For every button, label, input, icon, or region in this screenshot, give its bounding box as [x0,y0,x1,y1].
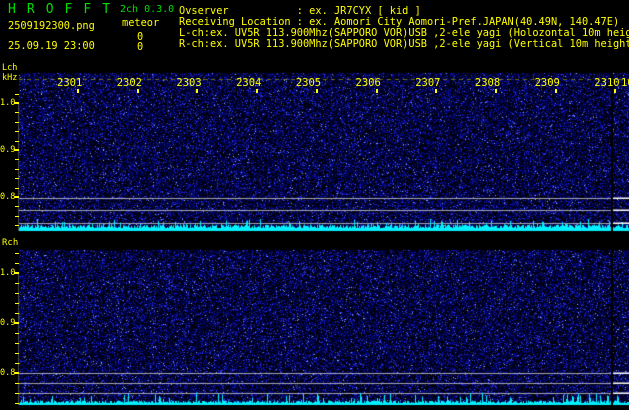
time-tick [136,89,139,93]
freq-major-tick [14,149,19,151]
time-tick [435,89,438,93]
time-label-overflow: 10 [621,77,629,89]
khz-unit-label: kHz [2,73,18,83]
freq-minor-tick [15,159,19,161]
time-tick [315,89,318,93]
observer-line: Ovserver : ex. JR7CYX [ kid ] [179,5,421,17]
time-tick [256,89,259,93]
time-label: 2307 [415,77,441,89]
rch-receiver-line: R-ch:ex. UV5R 113.900Mhz(SAPPORO VOR)USB… [179,38,629,50]
freq-minor-tick [15,93,19,95]
freq-minor-tick [15,353,19,354]
freq-minor-tick [15,333,19,334]
mode-label: meteor [122,17,160,29]
freq-major-tick [14,196,19,198]
time-label: 2308 [474,77,501,89]
version-label: 2ch 0.3.0 [120,4,175,15]
app-title: H R O F F T [8,2,112,17]
freq-minor-tick [15,313,19,314]
freq-minor-tick [15,131,19,133]
time-label: 2304 [236,77,262,89]
freq-minor-tick [15,112,19,114]
freq-minor-tick [15,187,19,189]
lch-panel-label: Lch [2,63,18,73]
freq-minor-tick [15,303,19,304]
time-tick [494,89,497,93]
time-label: 2310 [594,77,620,89]
location-line: Receiving Location : ex. Aomori City Aom… [179,16,620,28]
hrofft-screen: H R O F F T 2ch 0.3.0 2509192300.png met… [0,0,629,410]
freq-minor-tick [15,363,19,364]
freq-minor-tick [15,178,19,180]
time-tick [77,89,79,93]
freq-minor-tick [15,168,19,170]
datetime-label: 25.09.19 23:00 [8,40,95,52]
time-label: 2306 [355,77,381,89]
freq-minor-tick [15,343,19,344]
freq-minor-tick [15,225,19,227]
time-tick [196,89,199,93]
time-label: 2302 [116,77,142,89]
freq-major-tick [14,372,19,374]
meteor-count-bottom: 0 [137,41,144,53]
spectrogram-canvas [0,0,629,410]
freq-major-tick [14,322,19,324]
time-label: 2303 [176,77,202,89]
freq-major-tick [14,102,19,104]
freq-minor-tick [15,215,19,217]
time-label: 2309 [534,77,560,89]
freq-minor-tick [15,393,19,394]
lch-receiver-line: L-ch:ex. UV5R 113.900Mhz(SAPPORO VOR)USB… [179,27,629,39]
time-tick [554,89,557,93]
rch-panel-label: Rch [2,238,19,248]
freq-minor-tick [15,253,19,254]
freq-minor-tick [15,403,19,404]
freq-minor-tick [15,206,19,208]
freq-minor-tick [15,263,19,264]
freq-minor-tick [15,293,19,294]
freq-minor-tick [15,140,19,142]
freq-minor-tick [15,121,19,123]
filename-label: 2509192300.png [8,20,95,32]
time-label: 2305 [295,77,322,89]
time-label: 2301 [57,77,83,89]
time-tick [614,89,617,93]
freq-minor-tick [15,283,19,284]
freq-minor-tick [15,383,19,384]
time-tick [375,89,378,93]
freq-major-tick [14,272,19,274]
